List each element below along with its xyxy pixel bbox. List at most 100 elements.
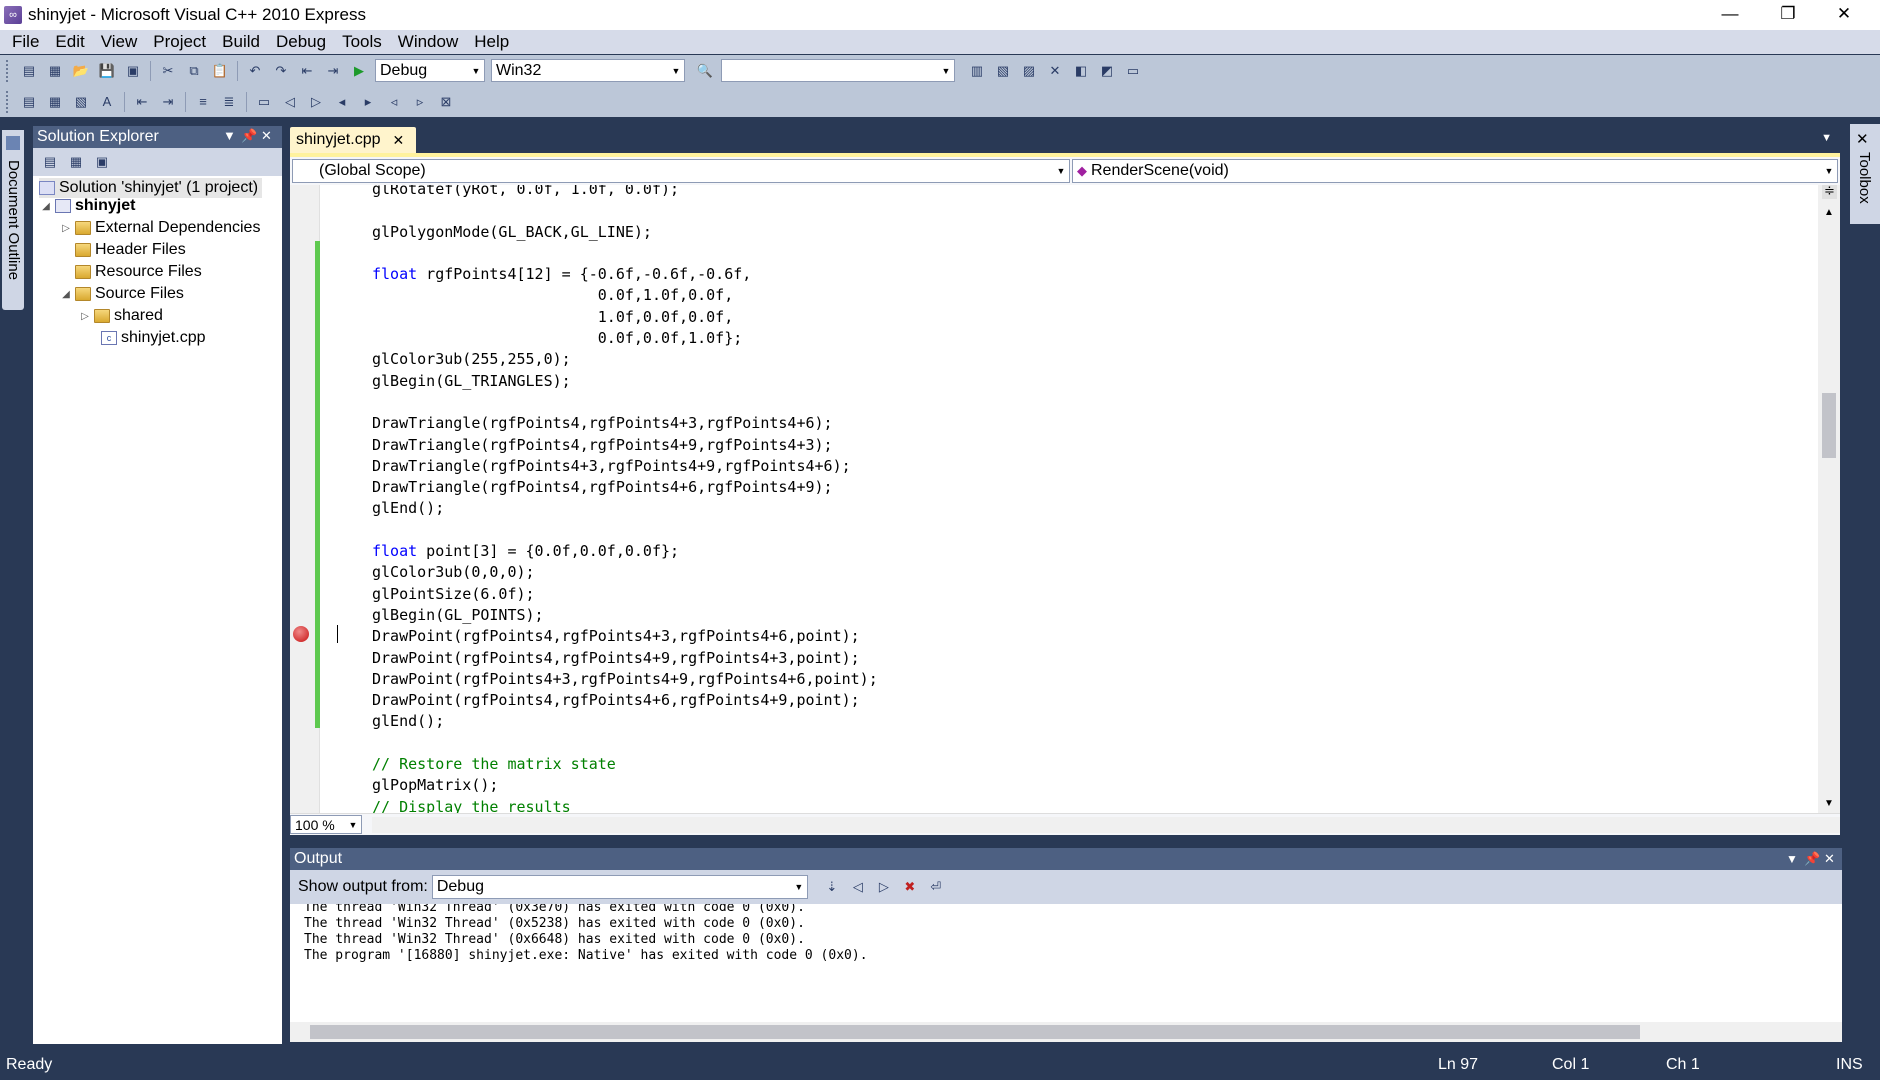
start-page-icon[interactable]: ◧ <box>1070 60 1092 82</box>
vertical-scrollbar[interactable]: ≑ ▲ ▼ <box>1818 185 1840 813</box>
tree-item-shared[interactable]: ▷ shared <box>78 306 163 326</box>
uncomment-icon[interactable]: ≣ <box>218 91 240 113</box>
output-source-dropdown[interactable]: Debug ▼ <box>431 875 808 899</box>
collapse-arrow-icon[interactable]: ◢ <box>39 201 53 212</box>
parameter-info-icon[interactable]: ▦ <box>44 91 66 113</box>
code-line[interactable]: DrawPoint(rgfPoints4+3,rgfPoints4+9,rgfP… <box>372 669 878 690</box>
code-line[interactable] <box>372 520 878 541</box>
clear-bookmarks-icon[interactable]: ⊠ <box>435 91 457 113</box>
scope-dropdown[interactable]: (Global Scope) ▼ <box>292 159 1070 183</box>
copy-icon[interactable]: ⧉ <box>183 60 205 82</box>
start-debugging-icon[interactable]: ▶ <box>348 60 370 82</box>
code-line[interactable]: DrawTriangle(rgfPoints4,rgfPoints4+9,rgf… <box>372 435 878 456</box>
new-project-icon[interactable]: ▤ <box>18 60 40 82</box>
close-icon[interactable]: ✕ <box>261 128 272 144</box>
code-line[interactable]: glEnd(); <box>372 711 878 732</box>
undo-icon[interactable]: ↶ <box>244 60 266 82</box>
menu-debug[interactable]: Debug <box>268 32 334 52</box>
expand-arrow-icon[interactable]: ▷ <box>59 223 73 234</box>
scroll-up-icon[interactable]: ▲ <box>1824 207 1834 218</box>
save-all-icon[interactable]: ▣ <box>122 60 144 82</box>
comment-out-icon[interactable]: ≡ <box>192 91 214 113</box>
find-combo[interactable]: ▼ <box>721 59 955 82</box>
code-line[interactable]: glColor3ub(255,255,0); <box>372 349 878 370</box>
menu-view[interactable]: View <box>93 32 146 52</box>
code-line[interactable]: glPolygonMode(GL_BACK,GL_LINE); <box>372 222 878 243</box>
code-line[interactable]: glPointSize(6.0f); <box>372 584 878 605</box>
extension-manager-icon[interactable]: ◩ <box>1096 60 1118 82</box>
breakpoint-icon[interactable] <box>293 626 309 642</box>
code-line[interactable]: DrawPoint(rgfPoints4,rgfPoints4+9,rgfPoi… <box>372 648 878 669</box>
navigate-forward-icon[interactable]: ⇥ <box>322 60 344 82</box>
collapse-arrow-icon[interactable]: ◢ <box>59 289 73 300</box>
code-line[interactable]: // Restore the matrix state <box>372 754 878 775</box>
toolbar-grip[interactable] <box>6 90 10 113</box>
complete-word-icon[interactable]: A <box>96 91 118 113</box>
clear-all-icon[interactable]: ✖ <box>899 876 921 898</box>
horizontal-scrollbar[interactable] <box>372 816 1840 833</box>
code-line[interactable]: glColor3ub(0,0,0); <box>372 562 878 583</box>
auto-hide-pin-icon[interactable]: 📌 <box>241 128 257 144</box>
tree-item-source-files[interactable]: ◢ Source Files <box>59 284 184 304</box>
code-line[interactable]: 1.0f,0.0f,0.0f, <box>372 307 878 328</box>
increase-indent-icon[interactable]: ⇥ <box>157 91 179 113</box>
restore-button[interactable]: ❐ <box>1760 0 1816 30</box>
properties-icon[interactable]: ▤ <box>39 151 61 173</box>
solution-platform-dropdown[interactable]: Win32 ▼ <box>491 59 685 82</box>
menu-build[interactable]: Build <box>214 32 268 52</box>
properties-icon[interactable]: ▧ <box>992 60 1014 82</box>
tree-item-resource-files[interactable]: Resource Files <box>75 262 202 282</box>
next-message-icon[interactable]: ▷ <box>873 876 895 898</box>
menu-project[interactable]: Project <box>145 32 214 52</box>
code-line[interactable]: float rgfPoints4[12] = {-0.6f,-0.6f,-0.6… <box>372 264 878 285</box>
code-line[interactable]: DrawPoint(rgfPoints4,rgfPoints4+6,rgfPoi… <box>372 690 878 711</box>
previous-bookmark-icon[interactable]: ◁ <box>279 91 301 113</box>
toolbar-grip[interactable] <box>6 59 10 82</box>
code-line[interactable] <box>372 243 878 264</box>
code-line[interactable] <box>372 733 878 754</box>
close-icon[interactable]: ✕ <box>1824 851 1835 867</box>
code-line[interactable]: DrawTriangle(rgfPoints4,rgfPoints4+6,rgf… <box>372 477 878 498</box>
find-message-in-code-icon[interactable]: ⇣ <box>821 876 843 898</box>
tab-shinyjet-cpp[interactable]: shinyjet.cpp ✕ <box>290 127 416 153</box>
previous-message-icon[interactable]: ◁ <box>847 876 869 898</box>
zoom-dropdown[interactable]: 100 % ▼ <box>290 815 362 834</box>
menu-tools[interactable]: Tools <box>334 32 390 52</box>
menu-edit[interactable]: Edit <box>47 32 92 52</box>
menu-help[interactable]: Help <box>466 32 517 52</box>
member-dropdown[interactable]: ◆ RenderScene(void) ▼ <box>1072 159 1838 183</box>
paste-icon[interactable]: 📋 <box>209 60 231 82</box>
code-editor[interactable]: glRotatef(yRot, 0.0f, 1.0f, 0.0f); glPol… <box>290 185 1840 813</box>
code-line[interactable]: float point[3] = {0.0f,0.0f,0.0f}; <box>372 541 878 562</box>
split-icon[interactable]: ≑ <box>1822 185 1837 199</box>
code-line[interactable]: glPopMatrix(); <box>372 775 878 796</box>
output-horizontal-scrollbar[interactable] <box>290 1022 1842 1042</box>
open-file-icon[interactable]: 📂 <box>70 60 92 82</box>
solution-configuration-dropdown[interactable]: Debug ▼ <box>375 59 485 82</box>
previous-bookmark-folder-icon[interactable]: ◂ <box>331 91 353 113</box>
solution-explorer-icon[interactable]: ▥ <box>966 60 988 82</box>
scroll-thumb[interactable] <box>1822 393 1836 458</box>
auto-hide-pin-icon[interactable]: 📌 <box>1804 851 1820 867</box>
toolbox-icon[interactable]: ✕ <box>1044 60 1066 82</box>
expand-arrow-icon[interactable]: ▷ <box>78 311 92 322</box>
code-line[interactable]: 0.0f,0.0f,1.0f}; <box>372 328 878 349</box>
navigate-backward-icon[interactable]: ⇤ <box>296 60 318 82</box>
tree-item-header-files[interactable]: Header Files <box>75 240 186 260</box>
tree-item-solution[interactable]: Solution 'shinyjet' (1 project) <box>39 178 263 198</box>
code-line[interactable]: DrawTriangle(rgfPoints4+3,rgfPoints4+9,r… <box>372 456 878 477</box>
code-text[interactable]: glRotatef(yRot, 0.0f, 1.0f, 0.0f); glPol… <box>372 185 878 813</box>
show-all-files-icon[interactable]: ▦ <box>65 151 87 173</box>
previous-bookmark-document-icon[interactable]: ◃ <box>383 91 405 113</box>
cut-icon[interactable]: ✂ <box>157 60 179 82</box>
tree-item-project[interactable]: ◢ shinyjet <box>39 196 135 216</box>
code-line[interactable]: glRotatef(yRot, 0.0f, 1.0f, 0.0f); <box>372 185 878 200</box>
window-position-icon[interactable]: ▼ <box>1786 852 1798 866</box>
toolbox-label[interactable]: Toolbox <box>1856 152 1873 204</box>
next-bookmark-icon[interactable]: ▷ <box>305 91 327 113</box>
code-line[interactable] <box>372 200 878 221</box>
menu-window[interactable]: Window <box>390 32 466 52</box>
toggle-bookmark-icon[interactable]: ▭ <box>253 91 275 113</box>
code-line[interactable]: glBegin(GL_TRIANGLES); <box>372 371 878 392</box>
active-files-dropdown-icon[interactable]: ▼ <box>1821 132 1832 144</box>
